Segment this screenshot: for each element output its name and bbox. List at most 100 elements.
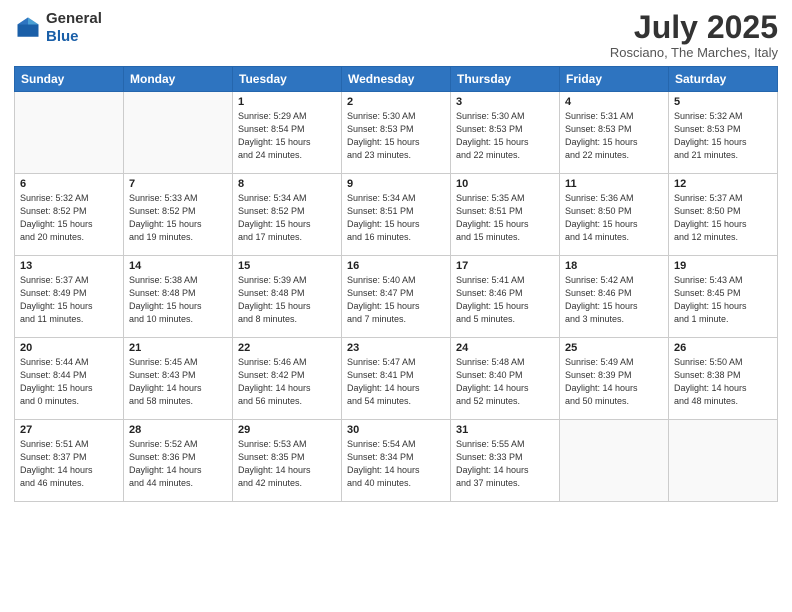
day-cell: 11 Sunrise: 5:36 AM Sunset: 8:50 PM Dayli… xyxy=(560,174,669,256)
day-number: 11 xyxy=(565,178,663,190)
col-header-wednesday: Wednesday xyxy=(342,67,451,92)
day-cell: 1 Sunrise: 5:29 AM Sunset: 8:54 PM Daylig… xyxy=(233,92,342,174)
col-header-monday: Monday xyxy=(124,67,233,92)
day-info: Sunrise: 5:30 AM Sunset: 8:53 PM Dayligh… xyxy=(456,110,554,162)
logo-text: General Blue xyxy=(46,10,102,46)
col-header-thursday: Thursday xyxy=(451,67,560,92)
day-number: 27 xyxy=(20,424,118,436)
day-cell: 31 Sunrise: 5:55 AM Sunset: 8:33 PM Dayli… xyxy=(451,420,560,502)
day-number: 26 xyxy=(674,342,772,354)
day-cell: 23 Sunrise: 5:47 AM Sunset: 8:41 PM Dayli… xyxy=(342,338,451,420)
day-info: Sunrise: 5:36 AM Sunset: 8:50 PM Dayligh… xyxy=(565,192,663,244)
day-info: Sunrise: 5:48 AM Sunset: 8:40 PM Dayligh… xyxy=(456,356,554,408)
day-cell: 14 Sunrise: 5:38 AM Sunset: 8:48 PM Dayli… xyxy=(124,256,233,338)
day-number: 19 xyxy=(674,260,772,272)
day-number: 23 xyxy=(347,342,445,354)
day-cell: 9 Sunrise: 5:34 AM Sunset: 8:51 PM Daylig… xyxy=(342,174,451,256)
day-cell: 29Sunrise: 5:53 AM Sunset: 8:35 PM Dayli… xyxy=(233,420,342,502)
day-info: Sunrise: 5:32 AM Sunset: 8:53 PM Dayligh… xyxy=(674,110,772,162)
day-number: 30 xyxy=(347,424,445,436)
day-info: Sunrise: 5:31 AM Sunset: 8:53 PM Dayligh… xyxy=(565,110,663,162)
day-cell: 28Sunrise: 5:52 AM Sunset: 8:36 PM Dayli… xyxy=(124,420,233,502)
day-info: Sunrise: 5:44 AM Sunset: 8:44 PM Dayligh… xyxy=(20,356,118,408)
day-cell: 10Sunrise: 5:35 AM Sunset: 8:51 PM Dayli… xyxy=(451,174,560,256)
day-info: Sunrise: 5:34 AM Sunset: 8:51 PM Dayligh… xyxy=(347,192,445,244)
day-cell: 27 Sunrise: 5:51 AM Sunset: 8:37 PM Dayli… xyxy=(15,420,124,502)
day-cell: 7Sunrise: 5:33 AM Sunset: 8:52 PM Daylig… xyxy=(124,174,233,256)
day-cell xyxy=(560,420,669,502)
day-cell xyxy=(669,420,778,502)
day-cell: 17Sunrise: 5:41 AM Sunset: 8:46 PM Dayli… xyxy=(451,256,560,338)
week-row-3: 20 Sunrise: 5:44 AM Sunset: 8:44 PM Dayli… xyxy=(15,338,778,420)
day-number: 12 xyxy=(674,178,772,190)
day-info: Sunrise: 5:55 AM Sunset: 8:33 PM Dayligh… xyxy=(456,438,554,490)
day-info: Sunrise: 5:38 AM Sunset: 8:48 PM Dayligh… xyxy=(129,274,227,326)
logo: General Blue xyxy=(14,10,102,46)
day-cell: 18 Sunrise: 5:42 AM Sunset: 8:46 PM Dayli… xyxy=(560,256,669,338)
day-number: 3 xyxy=(456,96,554,108)
day-info: Sunrise: 5:39 AM Sunset: 8:48 PM Dayligh… xyxy=(238,274,336,326)
day-number: 14 xyxy=(129,260,227,272)
day-number: 31 xyxy=(456,424,554,436)
day-cell: 24 Sunrise: 5:48 AM Sunset: 8:40 PM Dayli… xyxy=(451,338,560,420)
day-number: 13 xyxy=(20,260,118,272)
day-info: Sunrise: 5:46 AM Sunset: 8:42 PM Dayligh… xyxy=(238,356,336,408)
col-header-friday: Friday xyxy=(560,67,669,92)
day-number: 2 xyxy=(347,96,445,108)
day-number: 28 xyxy=(129,424,227,436)
day-number: 1 xyxy=(238,96,336,108)
day-info: Sunrise: 5:54 AM Sunset: 8:34 PM Dayligh… xyxy=(347,438,445,490)
day-info: Sunrise: 5:42 AM Sunset: 8:46 PM Dayligh… xyxy=(565,274,663,326)
day-cell: 8 Sunrise: 5:34 AM Sunset: 8:52 PM Daylig… xyxy=(233,174,342,256)
logo-general: General xyxy=(46,10,102,28)
day-number: 10 xyxy=(456,178,554,190)
month-title: July 2025 xyxy=(610,10,778,45)
day-cell: 15Sunrise: 5:39 AM Sunset: 8:48 PM Dayli… xyxy=(233,256,342,338)
col-header-saturday: Saturday xyxy=(669,67,778,92)
week-row-1: 6Sunrise: 5:32 AM Sunset: 8:52 PM Daylig… xyxy=(15,174,778,256)
day-cell: 5 Sunrise: 5:32 AM Sunset: 8:53 PM Daylig… xyxy=(669,92,778,174)
day-number: 4 xyxy=(565,96,663,108)
col-header-tuesday: Tuesday xyxy=(233,67,342,92)
week-row-0: 1 Sunrise: 5:29 AM Sunset: 8:54 PM Daylig… xyxy=(15,92,778,174)
day-cell: 13Sunrise: 5:37 AM Sunset: 8:49 PM Dayli… xyxy=(15,256,124,338)
calendar-header-row: SundayMondayTuesdayWednesdayThursdayFrid… xyxy=(15,67,778,92)
day-number: 8 xyxy=(238,178,336,190)
day-number: 20 xyxy=(20,342,118,354)
title-block: July 2025 Rosciano, The Marches, Italy xyxy=(610,10,778,60)
day-info: Sunrise: 5:45 AM Sunset: 8:43 PM Dayligh… xyxy=(129,356,227,408)
day-number: 6 xyxy=(20,178,118,190)
week-row-4: 27 Sunrise: 5:51 AM Sunset: 8:37 PM Dayli… xyxy=(15,420,778,502)
day-cell: 20 Sunrise: 5:44 AM Sunset: 8:44 PM Dayli… xyxy=(15,338,124,420)
day-number: 24 xyxy=(456,342,554,354)
day-number: 5 xyxy=(674,96,772,108)
day-cell: 3 Sunrise: 5:30 AM Sunset: 8:53 PM Daylig… xyxy=(451,92,560,174)
day-number: 16 xyxy=(347,260,445,272)
logo-icon xyxy=(14,14,42,42)
day-number: 7 xyxy=(129,178,227,190)
day-cell xyxy=(15,92,124,174)
day-info: Sunrise: 5:37 AM Sunset: 8:50 PM Dayligh… xyxy=(674,192,772,244)
day-cell: 26 Sunrise: 5:50 AM Sunset: 8:38 PM Dayli… xyxy=(669,338,778,420)
day-info: Sunrise: 5:47 AM Sunset: 8:41 PM Dayligh… xyxy=(347,356,445,408)
day-cell: 4 Sunrise: 5:31 AM Sunset: 8:53 PM Daylig… xyxy=(560,92,669,174)
logo-blue: Blue xyxy=(46,28,102,46)
day-number: 18 xyxy=(565,260,663,272)
day-number: 21 xyxy=(129,342,227,354)
day-info: Sunrise: 5:34 AM Sunset: 8:52 PM Dayligh… xyxy=(238,192,336,244)
day-cell: 30 Sunrise: 5:54 AM Sunset: 8:34 PM Dayli… xyxy=(342,420,451,502)
calendar-table: SundayMondayTuesdayWednesdayThursdayFrid… xyxy=(14,66,778,502)
day-info: Sunrise: 5:51 AM Sunset: 8:37 PM Dayligh… xyxy=(20,438,118,490)
day-info: Sunrise: 5:50 AM Sunset: 8:38 PM Dayligh… xyxy=(674,356,772,408)
week-row-2: 13Sunrise: 5:37 AM Sunset: 8:49 PM Dayli… xyxy=(15,256,778,338)
day-cell: 21 Sunrise: 5:45 AM Sunset: 8:43 PM Dayli… xyxy=(124,338,233,420)
day-info: Sunrise: 5:53 AM Sunset: 8:35 PM Dayligh… xyxy=(238,438,336,490)
day-info: Sunrise: 5:43 AM Sunset: 8:45 PM Dayligh… xyxy=(674,274,772,326)
location: Rosciano, The Marches, Italy xyxy=(610,45,778,60)
col-header-sunday: Sunday xyxy=(15,67,124,92)
day-info: Sunrise: 5:29 AM Sunset: 8:54 PM Dayligh… xyxy=(238,110,336,162)
page: General Blue July 2025 Rosciano, The Mar… xyxy=(0,0,792,612)
day-number: 9 xyxy=(347,178,445,190)
day-number: 25 xyxy=(565,342,663,354)
day-cell: 25Sunrise: 5:49 AM Sunset: 8:39 PM Dayli… xyxy=(560,338,669,420)
